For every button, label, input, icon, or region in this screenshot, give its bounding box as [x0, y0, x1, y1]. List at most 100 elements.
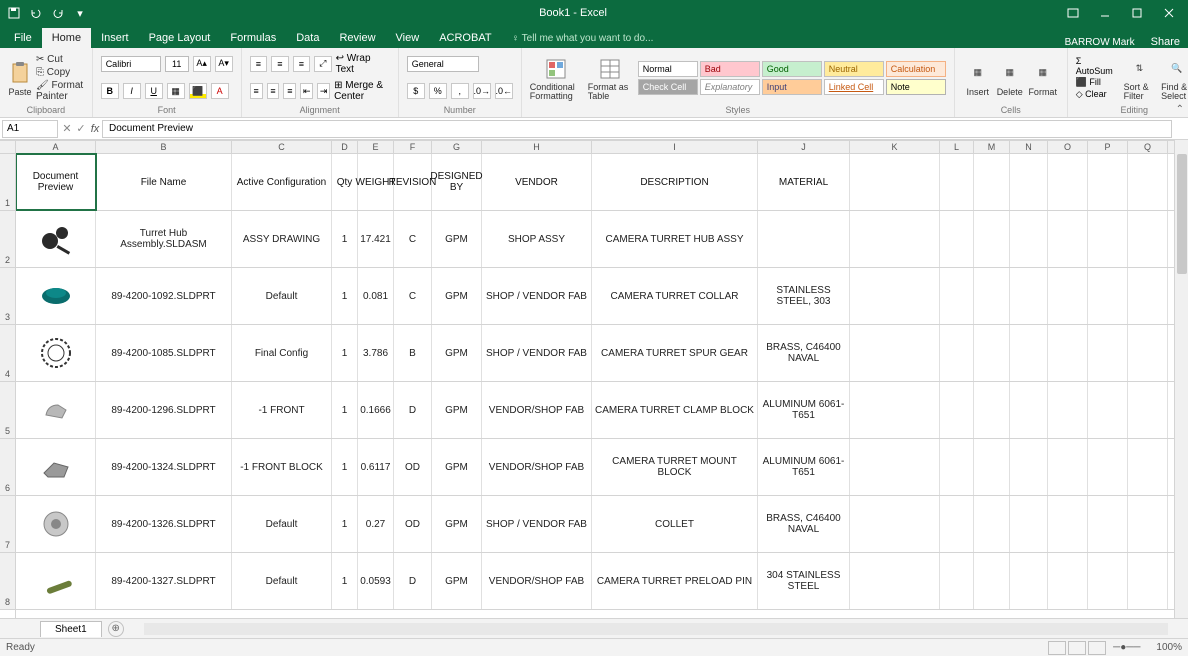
cell[interactable]: C [394, 268, 432, 324]
cell-style-good[interactable]: Good [762, 61, 822, 77]
col-header-I[interactable]: I [592, 141, 758, 153]
cell[interactable] [1128, 268, 1168, 324]
cell[interactable] [1048, 268, 1088, 324]
cell[interactable] [1010, 382, 1048, 438]
col-header-B[interactable]: B [96, 141, 232, 153]
wrap-text-button[interactable]: ↩ Wrap Text [336, 53, 390, 75]
cell[interactable] [1128, 211, 1168, 267]
cell[interactable] [850, 211, 940, 267]
cell[interactable] [940, 382, 974, 438]
zoom-slider[interactable]: ─●── [1113, 642, 1140, 653]
cell[interactable] [1128, 325, 1168, 381]
ribbon-collapse-icon[interactable]: ⌃ [1176, 104, 1184, 115]
cell[interactable]: Turret Hub Assembly.SLDASM [96, 211, 232, 267]
cell[interactable]: 1 [332, 325, 358, 381]
clear-button[interactable]: ◇ Clear [1076, 89, 1118, 100]
align-center-button[interactable]: ≡ [267, 83, 280, 99]
cell[interactable]: OD [394, 496, 432, 552]
cell[interactable]: 304 STAINLESS STEEL [758, 553, 850, 609]
copy-button[interactable]: ⎘ Copy [36, 67, 84, 78]
cell[interactable]: 0.0593 [358, 553, 394, 609]
col-header-C[interactable]: C [232, 141, 332, 153]
indent-button[interactable]: ⇥ [317, 83, 330, 99]
cell[interactable]: Default [232, 496, 332, 552]
underline-button[interactable]: U [145, 83, 163, 99]
bold-button[interactable]: B [101, 83, 119, 99]
tab-data[interactable]: Data [286, 28, 329, 48]
cell[interactable]: 3.786 [358, 325, 394, 381]
cell[interactable] [850, 439, 940, 495]
cell[interactable]: 89-4200-1085.SLDPRT [96, 325, 232, 381]
undo-icon[interactable] [28, 5, 44, 21]
cell-style-check-cell[interactable]: Check Cell [638, 79, 698, 95]
cell-style-input[interactable]: Input [762, 79, 822, 95]
cell[interactable] [1128, 439, 1168, 495]
font-name-select[interactable]: Calibri [101, 56, 161, 72]
tab-insert[interactable]: Insert [91, 28, 139, 48]
cell[interactable]: 1 [332, 382, 358, 438]
horizontal-scrollbar[interactable] [144, 623, 1168, 635]
align-middle-button[interactable]: ≡ [271, 56, 288, 72]
font-color-button[interactable]: A [211, 83, 229, 99]
cell[interactable]: 0.081 [358, 268, 394, 324]
orientation-button[interactable]: ⤢ [314, 56, 331, 72]
cell[interactable]: SHOP / VENDOR FAB [482, 268, 592, 324]
cell-style-linked-cell[interactable]: Linked Cell [824, 79, 884, 95]
col-header-P[interactable]: P [1088, 141, 1128, 153]
comma-button[interactable]: , [451, 83, 469, 99]
cell[interactable]: B [394, 325, 432, 381]
header-cell[interactable]: Qty [332, 154, 358, 210]
header-cell[interactable] [1048, 154, 1088, 210]
vertical-scrollbar[interactable] [1174, 140, 1188, 618]
cell[interactable]: CAMERA TURRET MOUNT BLOCK [592, 439, 758, 495]
cell[interactable]: 89-4200-1296.SLDPRT [96, 382, 232, 438]
col-header-M[interactable]: M [974, 141, 1010, 153]
add-sheet-button[interactable]: ⊕ [108, 621, 124, 637]
select-all-corner[interactable] [0, 140, 15, 154]
qat-more-icon[interactable]: ▾ [72, 5, 88, 21]
cell[interactable]: 89-4200-1326.SLDPRT [96, 496, 232, 552]
header-cell[interactable] [940, 154, 974, 210]
cell[interactable] [1088, 325, 1128, 381]
cell[interactable] [940, 325, 974, 381]
cell[interactable]: 89-4200-1324.SLDPRT [96, 439, 232, 495]
cell[interactable] [940, 211, 974, 267]
cell[interactable]: SHOP / VENDOR FAB [482, 496, 592, 552]
cell[interactable]: -1 FRONT [232, 382, 332, 438]
cell[interactable]: VENDOR/SHOP FAB [482, 553, 592, 609]
tab-page-layout[interactable]: Page Layout [139, 28, 221, 48]
cell[interactable] [940, 268, 974, 324]
cell[interactable]: C [394, 211, 432, 267]
cell[interactable]: OD [394, 439, 432, 495]
cell[interactable]: 0.1666 [358, 382, 394, 438]
cell[interactable] [850, 496, 940, 552]
cell[interactable] [16, 382, 96, 438]
cell[interactable] [1010, 439, 1048, 495]
col-header-G[interactable]: G [432, 141, 482, 153]
font-size-select[interactable]: 11 [165, 56, 189, 72]
enter-formula-icon[interactable]: ✓ [74, 122, 88, 135]
page-layout-view-button[interactable] [1068, 641, 1086, 655]
col-header-H[interactable]: H [482, 141, 592, 153]
cell[interactable]: GPM [432, 268, 482, 324]
align-top-button[interactable]: ≡ [250, 56, 267, 72]
cell[interactable] [16, 496, 96, 552]
increase-decimal-button[interactable]: .0→ [473, 83, 491, 99]
cell[interactable] [1048, 496, 1088, 552]
cell-style-explanatory[interactable]: Explanatory [700, 79, 760, 95]
cell[interactable]: ALUMINUM 6061-T651 [758, 439, 850, 495]
sort-filter-button[interactable]: ⇅Sort & Filter [1124, 55, 1156, 101]
cell[interactable] [974, 325, 1010, 381]
minimize-icon[interactable] [1090, 3, 1120, 23]
cell[interactable] [758, 211, 850, 267]
cell[interactable] [850, 382, 940, 438]
maximize-icon[interactable] [1122, 3, 1152, 23]
cell[interactable]: GPM [432, 439, 482, 495]
close-icon[interactable] [1154, 3, 1184, 23]
header-cell[interactable]: DESCRIPTION [592, 154, 758, 210]
cell[interactable] [974, 553, 1010, 609]
tab-home[interactable]: Home [42, 28, 91, 48]
cell[interactable]: 1 [332, 496, 358, 552]
cell[interactable]: 1 [332, 439, 358, 495]
cell[interactable]: 89-4200-1327.SLDPRT [96, 553, 232, 609]
